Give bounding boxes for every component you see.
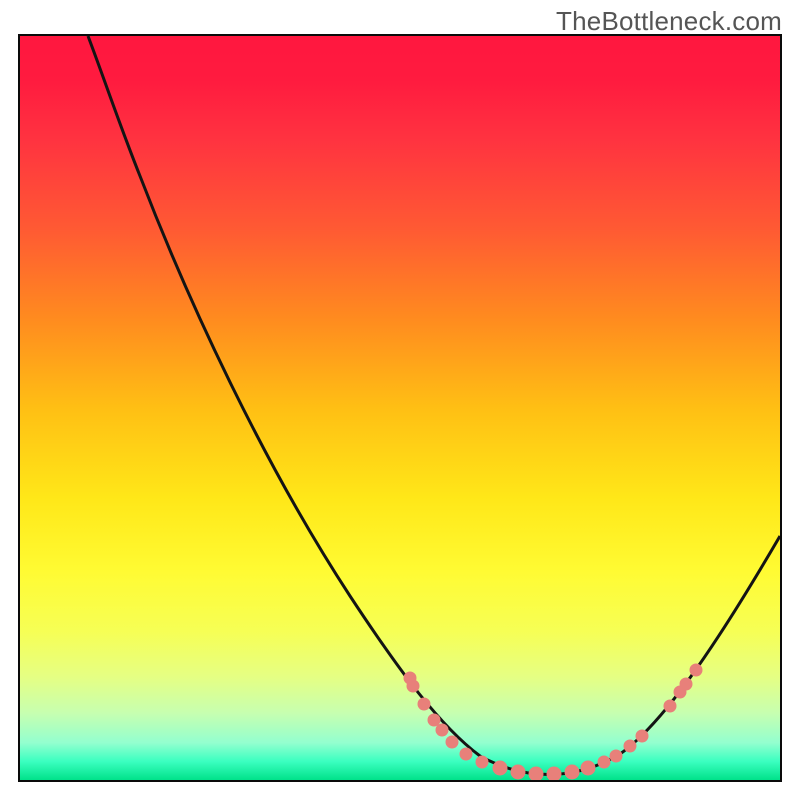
data-points	[404, 664, 702, 780]
data-point	[547, 767, 561, 780]
data-point	[598, 756, 610, 768]
data-point	[460, 748, 472, 760]
data-point	[610, 750, 622, 762]
data-point	[636, 730, 648, 742]
data-point	[428, 714, 440, 726]
bottleneck-curve	[88, 36, 780, 775]
data-point	[418, 698, 430, 710]
data-point	[690, 664, 702, 676]
data-point	[664, 700, 676, 712]
data-point	[493, 761, 507, 775]
data-point	[565, 765, 579, 779]
watermark-text: TheBottleneck.com	[556, 6, 782, 37]
chart-svg	[20, 36, 780, 780]
plot-area	[18, 34, 782, 782]
data-point	[511, 765, 525, 779]
data-point	[581, 761, 595, 775]
data-point	[446, 736, 458, 748]
data-point	[476, 756, 488, 768]
data-point	[407, 680, 419, 692]
data-point	[624, 740, 636, 752]
chart-container: TheBottleneck.com	[0, 0, 800, 800]
data-point	[680, 678, 692, 690]
data-point	[529, 767, 543, 780]
data-point	[436, 724, 448, 736]
